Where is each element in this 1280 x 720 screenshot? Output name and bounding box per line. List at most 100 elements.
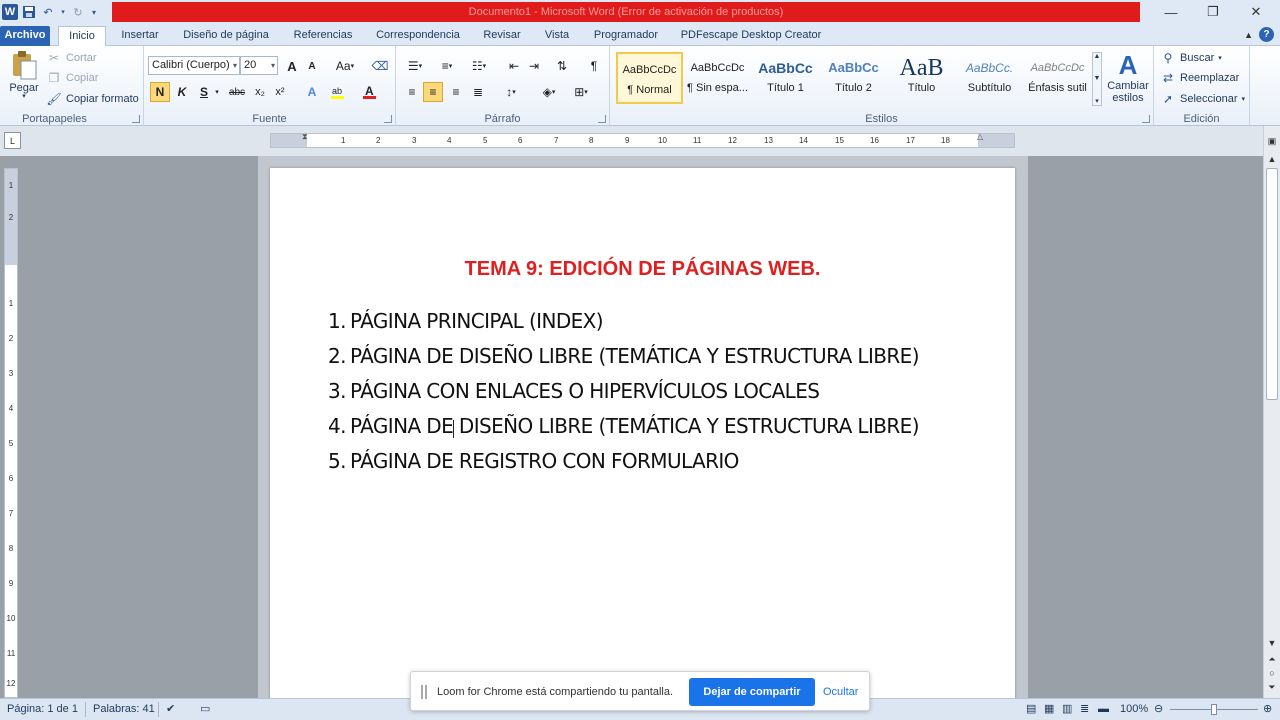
- scroll-down-icon[interactable]: ▼: [1265, 636, 1279, 650]
- sort-icon[interactable]: ⇅: [552, 56, 572, 76]
- zoom-out-icon[interactable]: ⊖: [1154, 699, 1163, 720]
- style-normal[interactable]: AaBbCcDc ¶ Normal: [616, 52, 683, 104]
- align-left-icon[interactable]: ≡: [402, 82, 422, 102]
- indent-marker-icon[interactable]: ⧗: [302, 132, 308, 142]
- shading-icon[interactable]: ◈ ▾: [536, 82, 562, 102]
- bullets-icon[interactable]: ☰ ▾: [402, 56, 428, 76]
- redo-icon[interactable]: ↻: [70, 4, 86, 20]
- increase-indent-icon[interactable]: ⇥: [524, 56, 544, 76]
- select-button[interactable]: ➚ Seleccionar ▾: [1160, 89, 1245, 109]
- zoom-level[interactable]: 100%: [1120, 699, 1148, 720]
- strikethrough-button[interactable]: abc: [226, 82, 248, 102]
- style-heading-2[interactable]: AaBbCc Título 2: [820, 52, 887, 104]
- find-button[interactable]: ⚲ Buscar ▾: [1160, 48, 1222, 68]
- web-layout-icon[interactable]: ▥: [1062, 699, 1072, 720]
- tab-referencias[interactable]: Referencias: [286, 26, 360, 46]
- styles-launcher-icon[interactable]: [1142, 115, 1150, 123]
- right-indent-marker-icon[interactable]: △: [977, 132, 983, 141]
- undo-dropdown-icon[interactable]: ▾: [59, 4, 67, 20]
- view-ruler-icon[interactable]: ▣: [1265, 134, 1279, 148]
- replace-button[interactable]: ⇄ Reemplazar: [1160, 68, 1239, 88]
- paste-button[interactable]: Pegar ▾: [6, 50, 42, 106]
- document-workspace[interactable]: TEMA 9: EDICIÓN DE PÁGINAS WEB. 1. PÁGINA…: [22, 156, 1262, 708]
- styles-more-icon[interactable]: ▾: [1095, 97, 1099, 105]
- browse-object-icon[interactable]: ○: [1265, 666, 1279, 680]
- macro-record-icon[interactable]: ▭: [200, 699, 210, 720]
- format-painter-button[interactable]: 🖌 Copiar formato: [46, 89, 138, 109]
- cut-button[interactable]: ✂ Cortar: [46, 48, 97, 68]
- vertical-ruler[interactable]: 1 2 1 2 3 4 5 6 7 8 9 10 11 12: [4, 168, 18, 698]
- list-item[interactable]: 4. PÁGINA DE DISEÑO LIBRE (TEMÁTICA Y EST…: [328, 409, 1008, 444]
- style-subtitle[interactable]: AaBbCc. Subtítulo: [956, 52, 1023, 104]
- tab-diseno-pagina[interactable]: Diseño de página: [176, 26, 276, 46]
- proofing-icon[interactable]: ✔: [166, 699, 175, 720]
- undo-icon[interactable]: ↶: [40, 4, 56, 20]
- minimize-button[interactable]: —: [1150, 0, 1192, 24]
- tab-programador[interactable]: Programador: [586, 26, 666, 46]
- zoom-slider-thumb[interactable]: [1211, 704, 1217, 715]
- help-icon[interactable]: ?: [1259, 27, 1274, 42]
- list-item[interactable]: 1. PÁGINA PRINCIPAL (INDEX): [328, 304, 1008, 339]
- drag-handle-icon[interactable]: [421, 685, 427, 699]
- clear-format-button[interactable]: ⌫: [370, 56, 390, 76]
- next-page-icon[interactable]: ⏷: [1265, 680, 1279, 694]
- draft-icon[interactable]: ▬: [1098, 699, 1109, 720]
- word-logo-icon[interactable]: W: [2, 4, 18, 20]
- hide-button[interactable]: Ocultar: [823, 672, 858, 712]
- previous-page-icon[interactable]: ⏶: [1265, 652, 1279, 666]
- outline-icon[interactable]: ≣: [1080, 699, 1089, 720]
- styles-up-icon[interactable]: ▲: [1094, 53, 1101, 60]
- document-title[interactable]: TEMA 9: EDICIÓN DE PÁGINAS WEB.: [270, 258, 1015, 281]
- style-heading-1[interactable]: AaBbCc Título 1: [752, 52, 819, 104]
- horizontal-ruler[interactable]: 1 2 3 4 5 6 7 8 9 10 11 12 13 14 15 16 1…: [270, 132, 1015, 148]
- numbering-icon[interactable]: ≡ ▾: [434, 56, 460, 76]
- align-right-icon[interactable]: ≡: [446, 82, 466, 102]
- list-item[interactable]: 3. PÁGINA CON ENLACES O HIPERVÍCULOS LOCA…: [328, 374, 1008, 409]
- font-name-combo[interactable]: Calibri (Cuerpo) ▾: [148, 56, 240, 75]
- change-case-button[interactable]: Aa ▾: [332, 56, 358, 76]
- font-color-icon[interactable]: A: [360, 82, 380, 102]
- word-count[interactable]: Palabras: 41: [93, 699, 155, 720]
- scroll-thumb[interactable]: [1266, 168, 1278, 400]
- subscript-button[interactable]: x₂: [250, 82, 270, 102]
- align-center-icon[interactable]: ≡: [423, 82, 443, 102]
- tab-revisar[interactable]: Revisar: [476, 26, 528, 46]
- save-icon[interactable]: [21, 4, 37, 20]
- stop-sharing-button[interactable]: Dejar de compartir: [689, 678, 815, 706]
- clipboard-launcher-icon[interactable]: [132, 115, 140, 123]
- shrink-font-button[interactable]: A: [302, 56, 322, 76]
- tab-pdfescape[interactable]: PDFescape Desktop Creator: [676, 26, 826, 46]
- restore-button[interactable]: ❐: [1192, 0, 1234, 24]
- font-size-combo[interactable]: 20 ▾: [240, 56, 278, 75]
- justify-icon[interactable]: ≣: [468, 82, 488, 102]
- styles-down-icon[interactable]: ▼: [1094, 75, 1101, 82]
- list-item[interactable]: 5. PÁGINA DE REGISTRO CON FORMULARIO: [328, 444, 1008, 479]
- style-title[interactable]: AaB Título: [888, 52, 955, 104]
- page-count[interactable]: Página: 1 de 1: [7, 699, 78, 720]
- decrease-indent-icon[interactable]: ⇤: [504, 56, 524, 76]
- change-styles-button[interactable]: A Cambiar estilos: [1104, 50, 1152, 110]
- customize-qat-icon[interactable]: ▾: [89, 4, 99, 20]
- minimize-ribbon-icon[interactable]: ▲: [1244, 30, 1253, 40]
- close-button[interactable]: ✕: [1235, 0, 1277, 24]
- grow-font-button[interactable]: A: [282, 56, 302, 76]
- tab-vista[interactable]: Vista: [536, 26, 578, 46]
- print-layout-icon[interactable]: ▤: [1026, 699, 1036, 720]
- zoom-in-icon[interactable]: ⊕: [1263, 699, 1272, 720]
- list-item[interactable]: 2. PÁGINA DE DISEÑO LIBRE (TEMÁTICA Y EST…: [328, 339, 1008, 374]
- style-subtle-emphasis[interactable]: AaBbCcDc Énfasis sutil: [1024, 52, 1091, 104]
- style-no-spacing[interactable]: AaBbCcDc ¶ Sin espa...: [684, 52, 751, 104]
- superscript-button[interactable]: x²: [270, 82, 290, 102]
- tab-selector[interactable]: L: [4, 132, 21, 149]
- tab-archivo[interactable]: Archivo: [0, 26, 50, 46]
- underline-button[interactable]: S: [194, 82, 214, 102]
- tab-correspondencia[interactable]: Correspondencia: [368, 26, 468, 46]
- full-screen-icon[interactable]: ▦: [1044, 699, 1054, 720]
- underline-dropdown-icon[interactable]: ▾: [212, 82, 222, 102]
- font-launcher-icon[interactable]: [384, 115, 392, 123]
- paragraph-launcher-icon[interactable]: [598, 115, 606, 123]
- italic-button[interactable]: K: [172, 82, 192, 102]
- copy-button[interactable]: ❐ Copiar: [46, 68, 99, 88]
- scroll-up-icon[interactable]: ▲: [1265, 152, 1279, 166]
- show-marks-button[interactable]: ¶: [584, 56, 604, 76]
